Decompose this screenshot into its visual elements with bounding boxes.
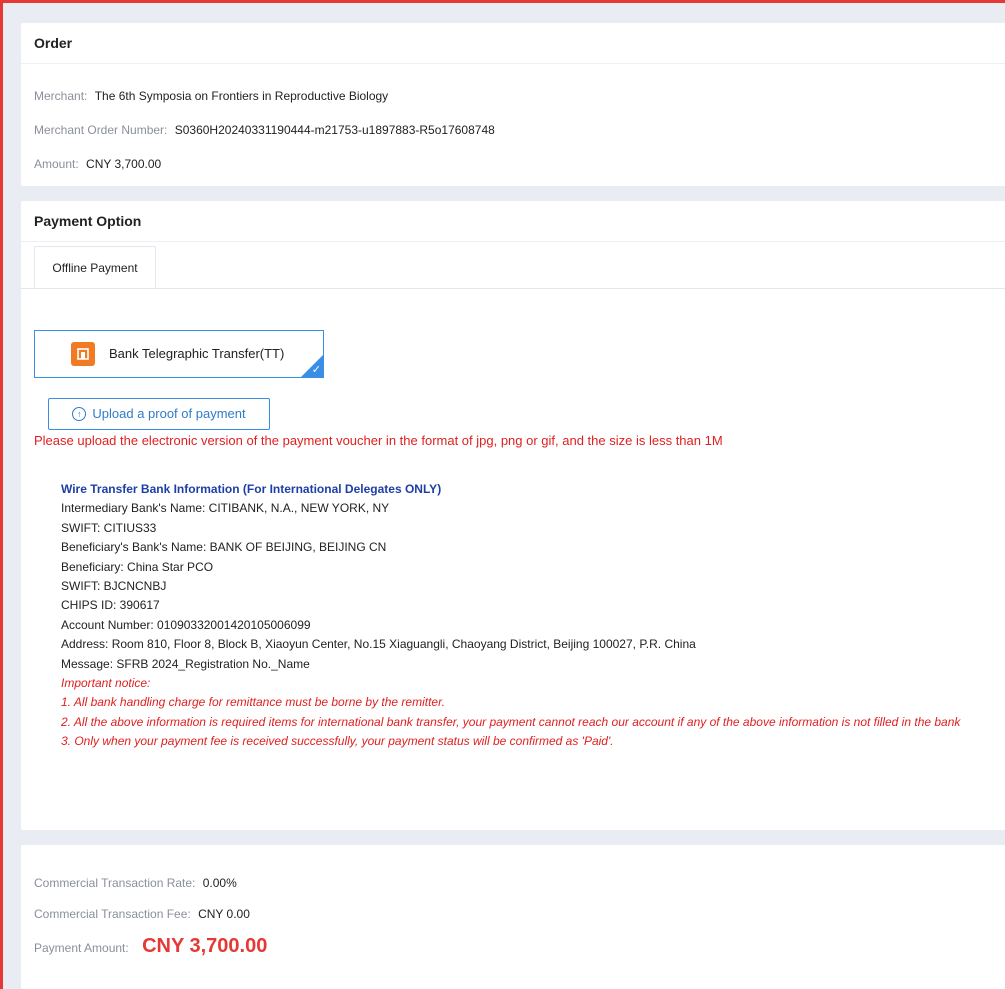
payment-amount-value: CNY 3,700.00 — [142, 935, 268, 957]
wire-line: SWIFT: BJCNCNBJ — [61, 579, 167, 594]
rate-value: 0.00% — [202, 876, 237, 890]
tab-offline-payment[interactable]: Offline Payment — [34, 246, 156, 288]
wire-line: SWIFT: CITIUS33 — [61, 520, 157, 535]
notice-line: 2. All the above information is required… — [61, 714, 961, 729]
merchant-value: The 6th Symposia on Frontiers in Reprodu… — [94, 89, 389, 103]
check-icon: ✓ — [311, 364, 321, 376]
summary-card: Commercial Transaction Rate: 0.00% Comme… — [21, 845, 1005, 989]
notice-line: 3. Only when your payment fee is receive… — [61, 734, 614, 749]
payment-amount-label: Payment Amount: — [34, 941, 129, 955]
wire-line: Address: Room 810, Floor 8, Block B, Xia… — [61, 637, 696, 652]
amount-row: Amount: CNY 3,700.00 — [34, 157, 161, 171]
order-number-row: Merchant Order Number: S0360H20240331190… — [34, 123, 495, 137]
wire-transfer-info: Wire Transfer Bank Information (For Inte… — [61, 480, 960, 752]
bank-icon — [71, 342, 95, 366]
upload-hint: Please upload the electronic version of … — [34, 433, 723, 448]
merchant-label: Merchant: — [34, 89, 88, 103]
order-card: Order Merchant: The 6th Symposia on Fron… — [21, 23, 1005, 186]
amount-value: CNY 3,700.00 — [86, 157, 162, 171]
payment-tabs: Offline Payment — [21, 246, 1005, 289]
upload-proof-button[interactable]: ↑ Upload a proof of payment — [48, 398, 270, 430]
wire-line: Message: SFRB 2024_Registration No._Name — [61, 656, 310, 671]
fee-row: Commercial Transaction Fee: CNY 0.00 — [34, 907, 250, 921]
rate-label: Commercial Transaction Rate: — [34, 876, 196, 890]
order-number-label: Merchant Order Number: — [34, 123, 168, 137]
payment-option-card: Payment Option Offline Payment Bank Tele… — [21, 201, 1005, 830]
notice-line: 1. All bank handling charge for remittan… — [61, 695, 445, 710]
order-number-value: S0360H20240331190444-m21753-u1897883-R5o… — [174, 123, 495, 137]
rate-row: Commercial Transaction Rate: 0.00% — [34, 876, 237, 890]
wire-line: Intermediary Bank's Name: CITIBANK, N.A.… — [61, 501, 390, 516]
upload-button-label: Upload a proof of payment — [92, 406, 246, 421]
amount-label: Amount: — [34, 157, 79, 171]
wire-title: Wire Transfer Bank Information (For Inte… — [61, 482, 442, 496]
bank-transfer-option[interactable]: Bank Telegraphic Transfer(TT) ✓ — [34, 330, 324, 378]
fee-value: CNY 0.00 — [198, 907, 250, 921]
red-frame-top — [0, 0, 1005, 3]
order-title: Order — [21, 23, 1005, 64]
upload-icon: ↑ — [72, 406, 87, 421]
wire-line: CHIPS ID: 390617 — [61, 598, 160, 613]
merchant-row: Merchant: The 6th Symposia on Frontiers … — [34, 89, 388, 103]
fee-label: Commercial Transaction Fee: — [34, 907, 191, 921]
payment-option-title: Payment Option — [21, 201, 1005, 242]
payment-amount-row: Payment Amount: CNY 3,700.00 — [34, 935, 267, 958]
bank-transfer-label: Bank Telegraphic Transfer(TT) — [109, 346, 285, 361]
wire-line: Account Number: 01090332001420105006099 — [61, 617, 311, 632]
notice-title: Important notice: — [61, 676, 151, 691]
wire-line: Beneficiary's Bank's Name: BANK OF BEIJI… — [61, 540, 387, 555]
wire-line: Beneficiary: China Star PCO — [61, 559, 214, 574]
red-frame-left — [0, 0, 3, 989]
